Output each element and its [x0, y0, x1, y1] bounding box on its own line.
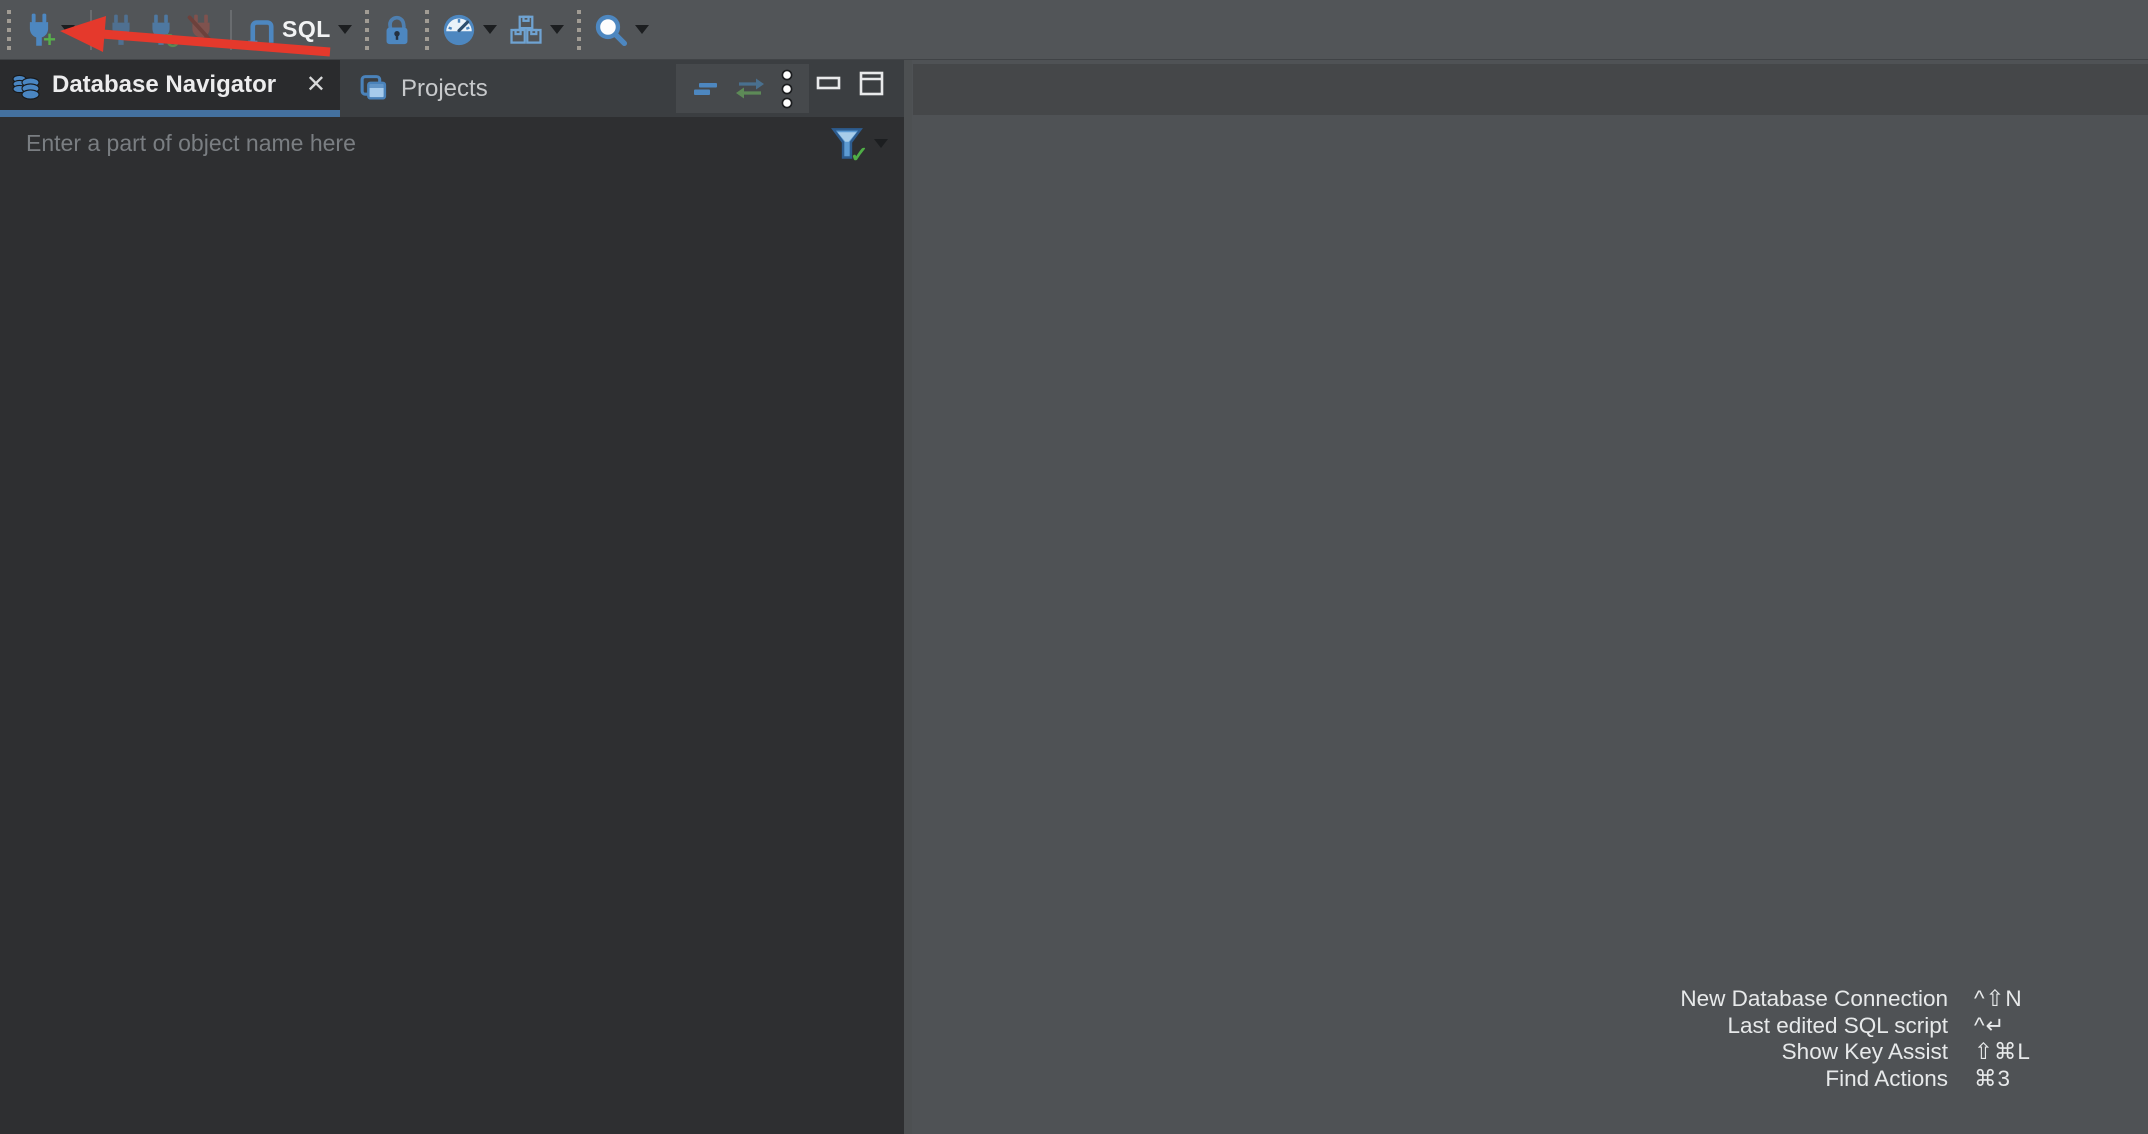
object-filter-row: ✓: [0, 117, 904, 170]
toolbar-drag-handle[interactable]: [7, 10, 11, 50]
minimize-view-button[interactable]: [816, 76, 842, 92]
hint-keys: ^⇧N: [1974, 986, 2056, 1013]
toolbar-drag-handle[interactable]: [365, 10, 369, 50]
sql-editor-icon: [247, 15, 277, 45]
sql-editor-dropdown-arrow-icon[interactable]: [338, 25, 352, 34]
hint-label: Show Key Assist: [1680, 1039, 1948, 1066]
toolbar-drag-handle[interactable]: [577, 10, 581, 50]
reconnect-button[interactable]: ↻: [145, 12, 177, 48]
toolbar-separator: [90, 10, 92, 50]
dbeaver-workbench: + ↻: [0, 0, 2148, 1134]
connect-button[interactable]: [105, 12, 137, 48]
search-icon: [594, 13, 628, 47]
search-button[interactable]: [592, 11, 651, 49]
hint-label: New Database Connection: [1680, 986, 1948, 1013]
plus-icon: +: [43, 29, 56, 51]
toolbar-separator: [230, 10, 232, 50]
database-icon: [10, 69, 42, 101]
dashboard-dropdown-arrow-icon[interactable]: [483, 25, 497, 34]
sql-editor-label: SQL: [282, 16, 331, 43]
view-toolbar: [676, 64, 809, 113]
dashboard-button[interactable]: [440, 11, 499, 49]
search-dropdown-arrow-icon[interactable]: [635, 25, 649, 34]
tab-label: Projects: [401, 75, 488, 103]
drivers-button[interactable]: [507, 11, 566, 49]
drivers-dropdown-arrow-icon[interactable]: [550, 25, 564, 34]
hint-keys: ⇧⌘L: [1974, 1039, 2056, 1066]
toolbar-drag-handle[interactable]: [425, 10, 429, 50]
tab-database-navigator[interactable]: Database Navigator ✕: [0, 60, 340, 117]
reconnect-plug-icon: ↻: [147, 14, 175, 46]
hint-label: Find Actions: [1680, 1066, 1948, 1093]
view-menu-button[interactable]: [779, 68, 795, 110]
projects-icon: [358, 73, 389, 104]
refresh-icon: ↻: [164, 32, 181, 52]
new-connection-dropdown-arrow-icon[interactable]: [61, 25, 75, 34]
database-navigator-tree[interactable]: [0, 170, 904, 1134]
editor-tab-strip: [913, 64, 2148, 115]
tab-label: Database Navigator: [52, 71, 276, 99]
check-icon: ✓: [850, 142, 868, 168]
link-with-editor-button[interactable]: [734, 76, 766, 102]
disconnect-plug-icon: [187, 14, 215, 46]
disconnect-button[interactable]: [185, 12, 217, 48]
lock-icon: [382, 14, 412, 46]
new-connection-plug-icon: +: [24, 13, 54, 47]
hint-keys: ^↵: [1974, 1013, 2056, 1040]
sql-editor-button[interactable]: SQL: [245, 13, 354, 47]
filter-settings-button[interactable]: ✓: [830, 126, 888, 162]
left-panel-tabbar: Database Navigator ✕ Projects: [0, 60, 904, 117]
lock-button[interactable]: [380, 12, 414, 48]
close-icon[interactable]: ✕: [302, 73, 330, 97]
connect-plug-icon: [107, 14, 135, 46]
tab-projects[interactable]: Projects: [348, 60, 498, 117]
editor-area: New Database Connection ^⇧N Last edited …: [912, 60, 2148, 1134]
object-name-search-input[interactable]: [0, 117, 830, 170]
packages-icon: [509, 13, 543, 47]
hint-label: Last edited SQL script: [1680, 1013, 1948, 1040]
hint-keys: ⌘3: [1974, 1066, 2056, 1093]
maximize-view-button[interactable]: [858, 70, 886, 98]
main-toolbar: + ↻: [0, 0, 2148, 60]
gauge-icon: [442, 13, 476, 47]
shortcut-hints-overlay: New Database Connection ^⇧N Last edited …: [1680, 986, 2056, 1092]
filter-dropdown-arrow-icon[interactable]: [874, 139, 888, 148]
new-connection-button[interactable]: +: [22, 11, 77, 49]
collapse-all-button[interactable]: [690, 77, 720, 101]
